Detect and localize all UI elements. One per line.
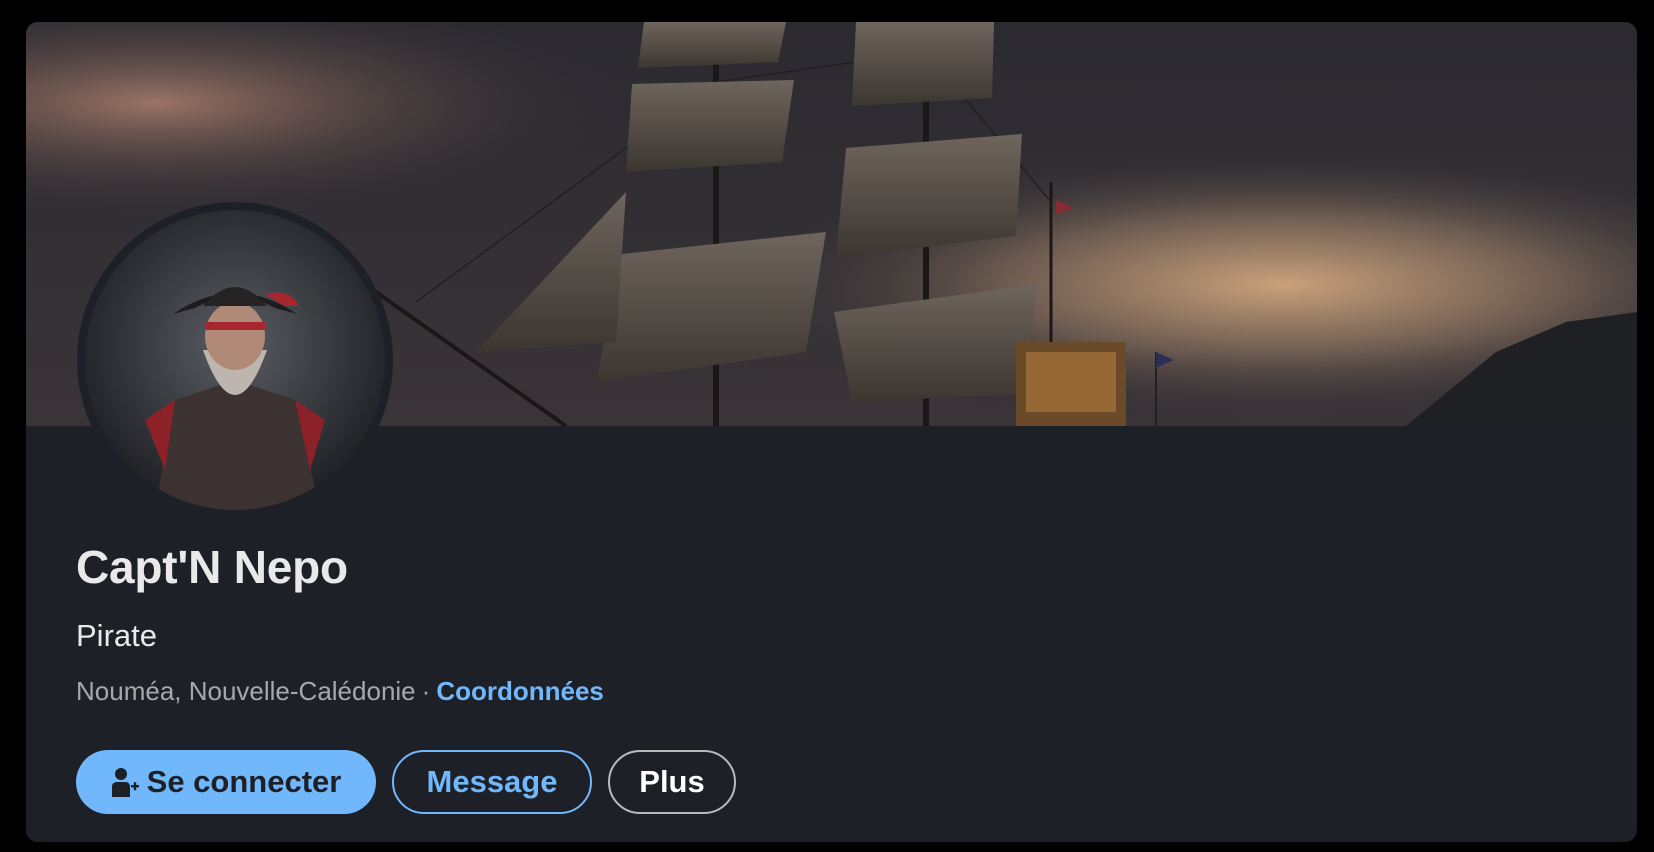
profile-actions: Se connecter Message Plus xyxy=(76,750,736,814)
avatar-border xyxy=(77,202,393,518)
message-button[interactable]: Message xyxy=(392,750,592,814)
add-person-icon xyxy=(111,767,139,797)
profile-card: Capt'N Nepo Pirate Nouméa, Nouvelle-Calé… xyxy=(26,22,1637,842)
profile-location: Nouméa, Nouvelle-Calédonie xyxy=(76,676,416,706)
separator-dot: · xyxy=(421,676,431,706)
profile-name: Capt'N Nepo xyxy=(76,541,348,593)
profile-avatar[interactable] xyxy=(85,210,385,510)
connect-button[interactable]: Se connecter xyxy=(76,750,376,814)
more-button-label: Plus xyxy=(639,764,705,799)
profile-location-line: Nouméa, Nouvelle-Calédonie · Coordonnées xyxy=(76,676,604,707)
contact-info-link[interactable]: Coordonnées xyxy=(436,676,604,706)
more-button[interactable]: Plus xyxy=(608,750,736,814)
message-button-label: Message xyxy=(426,764,558,799)
connect-button-label: Se connecter xyxy=(146,764,342,799)
profile-headline: Pirate xyxy=(76,618,157,653)
